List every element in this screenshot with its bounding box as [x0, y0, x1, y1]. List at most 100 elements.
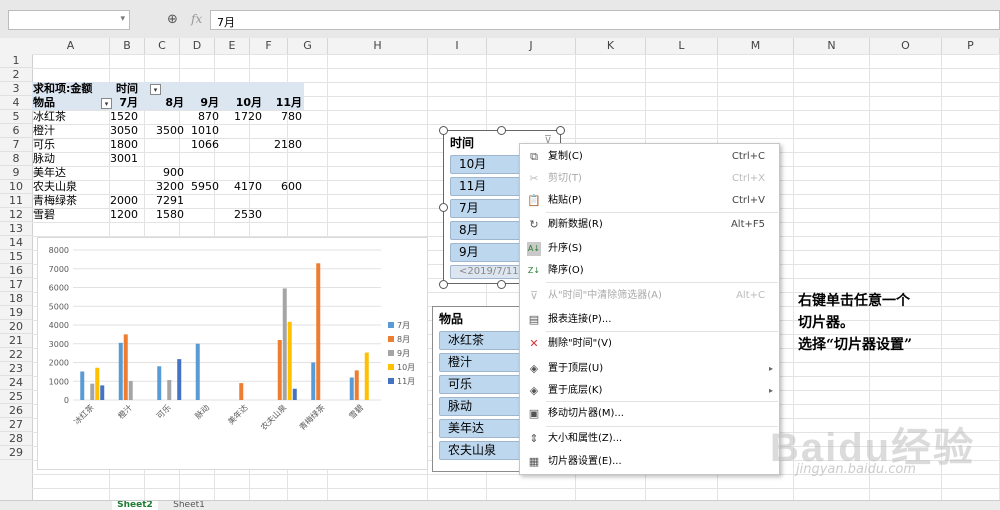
pivot-value-cell[interactable]: 1200 — [98, 208, 138, 222]
row-header[interactable]: 29 — [0, 446, 32, 460]
column-header[interactable]: C — [145, 38, 180, 54]
slicer-item[interactable]: 11月 — [450, 177, 530, 196]
pivot-value-cell[interactable]: 1800 — [98, 138, 138, 152]
slicer-item[interactable]: 可乐 — [439, 375, 525, 394]
pivot-value-cell[interactable]: 2000 — [98, 194, 138, 208]
menu-item-send-back[interactable]: ◈ 置于底层(K) ▸ — [520, 380, 779, 402]
pivot-value-cell[interactable]: 3050 — [98, 124, 138, 138]
column-header[interactable]: F — [250, 38, 288, 54]
row-header[interactable]: 22 — [0, 348, 32, 362]
pivot-value-cell[interactable]: 3001 — [98, 152, 138, 166]
pivot-value-cell[interactable]: 5950 — [179, 180, 219, 194]
slicer-item[interactable]: 脉动 — [439, 397, 525, 416]
col-filter-button[interactable]: ▾ — [150, 84, 161, 95]
resize-handle[interactable] — [497, 280, 506, 289]
chevron-down-icon[interactable]: ▾ — [120, 14, 125, 24]
column-header[interactable]: L — [646, 38, 718, 54]
row-header[interactable]: 23 — [0, 362, 32, 376]
slicer-item[interactable]: 橙汁 — [439, 353, 525, 372]
menu-item-paste[interactable]: 📋 粘贴(P) Ctrl+V — [520, 190, 779, 212]
pivot-value-cell[interactable]: 1720 — [222, 110, 262, 124]
zoom-icon[interactable]: ⊕ — [167, 12, 178, 27]
pivot-chart[interactable]: 0 1000 2000 3000 4000 5000 6000 7000 8000 冰红茶 橙汁 可乐… — [37, 237, 428, 470]
slicer-item[interactable]: 冰红茶 — [439, 331, 525, 350]
row-header[interactable]: 13 — [0, 222, 32, 236]
row-header[interactable]: 28 — [0, 432, 32, 446]
row-header[interactable]: 24 — [0, 376, 32, 390]
row-header[interactable]: 21 — [0, 334, 32, 348]
formula-input[interactable]: 7月 — [210, 10, 1000, 30]
slicer-item[interactable]: 美年达 — [439, 419, 525, 438]
pivot-value-cell[interactable]: 1010 — [179, 124, 219, 138]
row-header[interactable]: 6 — [0, 124, 32, 138]
column-header[interactable]: K — [576, 38, 646, 54]
row-header[interactable]: 12 — [0, 208, 32, 222]
slicer-item[interactable]: 10月 — [450, 155, 530, 174]
column-header[interactable]: I — [428, 38, 487, 54]
column-header[interactable]: H — [328, 38, 428, 54]
pivot-value-cell[interactable]: 900 — [144, 166, 184, 180]
menu-item-size-props[interactable]: ⇕ 大小和属性(Z)... — [520, 428, 779, 450]
row-header[interactable]: 16 — [0, 264, 32, 278]
pivot-value-cell[interactable]: 1520 — [98, 110, 138, 124]
pivot-value-cell[interactable]: 780 — [262, 110, 302, 124]
menu-item-copy[interactable]: ⧉ 复制(C) Ctrl+C — [520, 146, 779, 168]
pivot-value-cell[interactable]: 7291 — [144, 194, 184, 208]
menu-item-sort-desc[interactable]: Z↓ 降序(O) — [520, 260, 779, 282]
column-header[interactable]: B — [110, 38, 145, 54]
pivot-value-cell[interactable]: 2180 — [262, 138, 302, 152]
column-header[interactable]: O — [870, 38, 942, 54]
pivot-value-cell[interactable]: 870 — [179, 110, 219, 124]
pivot-value-cell[interactable]: 3500 — [144, 124, 184, 138]
row-header[interactable]: 14 — [0, 236, 32, 250]
row-header[interactable]: 15 — [0, 250, 32, 264]
resize-handle[interactable] — [497, 126, 506, 135]
column-header[interactable]: D — [180, 38, 215, 54]
row-header[interactable]: 25 — [0, 390, 32, 404]
row-header[interactable]: 5 — [0, 110, 32, 124]
menu-item-delete[interactable]: ✕ 删除"时间"(V) — [520, 333, 779, 355]
pivot-value-cell[interactable]: 600 — [262, 180, 302, 194]
row-header[interactable]: 11 — [0, 194, 32, 208]
slicer-item[interactable]: 农夫山泉 — [439, 441, 525, 460]
pivot-value-cell[interactable]: 2530 — [222, 208, 262, 222]
row-header[interactable]: 20 — [0, 320, 32, 334]
row-header[interactable]: 10 — [0, 180, 32, 194]
menu-item-move-slicer[interactable]: ▣ 移动切片器(M)... — [520, 403, 779, 425]
row-header[interactable]: 18 — [0, 292, 32, 306]
menu-item-sort-asc[interactable]: A↓ 升序(S) — [520, 238, 779, 260]
menu-item-bring-front[interactable]: ◈ 置于顶层(U) ▸ — [520, 358, 779, 380]
column-header[interactable]: N — [794, 38, 870, 54]
menu-item-refresh[interactable]: ↻ 刷新数据(R) Alt+F5 — [520, 214, 779, 236]
row-header[interactable]: 26 — [0, 404, 32, 418]
row-header[interactable]: 19 — [0, 306, 32, 320]
column-header[interactable]: J — [487, 38, 576, 54]
name-box[interactable]: ▾ — [8, 10, 130, 30]
column-header[interactable]: P — [942, 38, 1000, 54]
slicer-item-partial[interactable]: <2019/7/11 — [450, 265, 530, 279]
column-header[interactable]: G — [288, 38, 328, 54]
fx-icon[interactable]: fx — [191, 12, 202, 26]
pivot-value-cell[interactable]: 3200 — [144, 180, 184, 194]
row-header[interactable]: 4 — [0, 96, 32, 110]
pivot-value-cell[interactable]: 1580 — [144, 208, 184, 222]
row-header[interactable]: 2 — [0, 68, 32, 82]
resize-handle[interactable] — [439, 280, 448, 289]
row-header[interactable]: 9 — [0, 166, 32, 180]
menu-item-report-connection[interactable]: ▤ 报表连接(P)... — [520, 309, 779, 331]
resize-handle[interactable] — [439, 203, 448, 212]
row-header[interactable]: 3 — [0, 82, 32, 96]
slicer-item[interactable]: 7月 — [450, 199, 530, 218]
pivot-value-cell[interactable]: 1066 — [179, 138, 219, 152]
menu-item-slicer-settings[interactable]: ▦ 切片器设置(E)... — [520, 451, 779, 473]
goods-slicer[interactable]: 物品 冰红茶 橙汁 可乐 脉动 美年达 农夫山泉 — [432, 306, 525, 472]
row-header[interactable]: 1 — [0, 54, 32, 68]
slicer-item[interactable]: 9月 — [450, 243, 530, 262]
column-header[interactable]: M — [718, 38, 794, 54]
column-header[interactable]: E — [215, 38, 250, 54]
column-header[interactable]: A — [32, 38, 110, 54]
slicer-item[interactable]: 8月 — [450, 221, 530, 240]
row-header[interactable]: 7 — [0, 138, 32, 152]
row-header[interactable]: 27 — [0, 418, 32, 432]
pivot-value-cell[interactable]: 4170 — [222, 180, 262, 194]
